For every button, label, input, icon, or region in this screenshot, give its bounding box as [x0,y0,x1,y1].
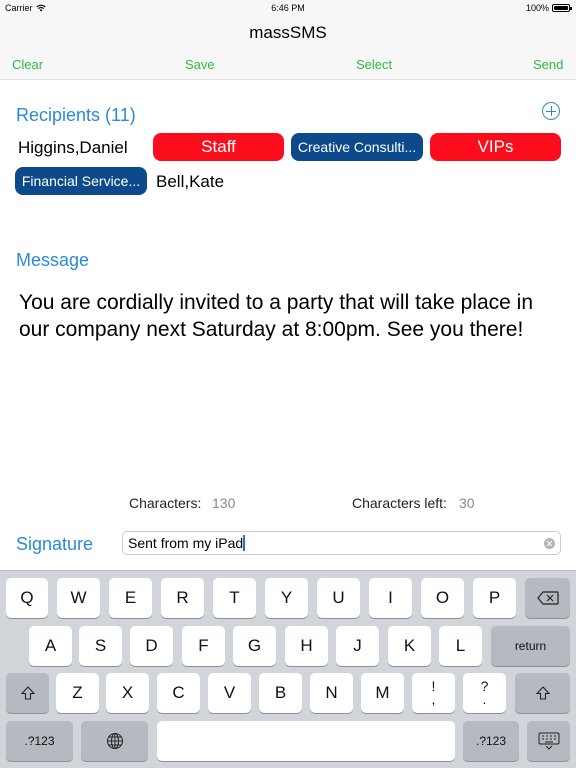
text-caret [243,535,246,551]
key-g[interactable]: G [233,626,276,666]
keyboard: Q W E R T Y U I O P A S D F G H J K L re… [0,570,576,768]
chip-label: Creative Consulti... [297,139,417,155]
recipient-name[interactable]: Higgins,Daniel [18,138,128,158]
recipients-label: Recipients (11) [16,105,136,125]
characters-left-value: 30 [459,495,475,511]
key-i[interactable]: I [369,578,412,618]
battery-icon [552,4,572,12]
app-title: massSMS [249,23,327,42]
signature-label: Signature [16,534,94,554]
hide-keyboard-icon [538,732,559,750]
shift-icon [535,686,550,700]
shift-icon [20,686,35,700]
space-key[interactable] [157,721,455,761]
status-right: 100% [525,3,572,13]
select-button[interactable]: Select [356,57,392,72]
key-z[interactable]: Z [56,673,99,713]
send-button[interactable]: Send [533,57,563,72]
message-label: Message [16,250,90,270]
key-n[interactable]: N [310,673,353,713]
backspace-icon [536,591,559,605]
key-l[interactable]: L [439,626,482,666]
key-exclamation-comma[interactable]: ! , [412,673,455,713]
key-j[interactable]: J [336,626,379,666]
characters-label: Characters: [129,495,202,511]
chip-label: VIPs [477,137,514,156]
battery-percent: 100% [525,3,549,13]
key-b[interactable]: B [259,673,302,713]
chip-label: Financial Service... [21,173,141,189]
key-q[interactable]: Q [6,578,48,618]
key-x[interactable]: X [106,673,149,713]
key-p[interactable]: P [473,578,516,618]
key-h[interactable]: H [285,626,328,666]
globe-key[interactable] [81,721,148,761]
recipient-group-chip[interactable]: VIPs [430,133,561,161]
backspace-key[interactable] [525,578,570,618]
key-t[interactable]: T [213,578,256,618]
key-a[interactable]: A [29,626,72,666]
signature-value-wrapper: Sent from my iPad [128,535,246,551]
key-c[interactable]: C [157,673,200,713]
key-k[interactable]: K [388,626,431,666]
key-u[interactable]: U [317,578,360,618]
key-s[interactable]: S [79,626,122,666]
key-m[interactable]: M [361,673,404,713]
save-button[interactable]: Save [185,57,215,72]
return-key[interactable]: return [491,626,570,666]
navigation-bar: massSMS Clear Save Select Send [0,16,576,80]
numbers-key-right[interactable]: .?123 [463,721,519,761]
status-time: 6:46 PM [271,3,305,13]
key-period: . [482,691,487,707]
message-text-area[interactable]: You are cordially invited to a party tha… [19,289,559,343]
characters-value: 130 [212,495,236,511]
key-y[interactable]: Y [265,578,308,618]
recipient-group-chip[interactable]: Financial Service... [15,167,147,195]
status-bar: Carrier 6:46 PM 100% [0,0,576,16]
characters-left-label: Characters left: [352,495,447,511]
chip-label: Staff [201,137,236,156]
add-recipient-icon[interactable] [542,102,560,120]
globe-icon [106,733,123,749]
clear-button[interactable]: Clear [12,57,43,72]
battery-level [554,6,568,10]
shift-key-right[interactable] [515,673,570,713]
recipient-name[interactable]: Bell,Kate [156,172,224,192]
recipient-group-chip[interactable]: Staff [153,133,284,161]
signature-input[interactable]: Sent from my iPad [122,531,561,555]
key-d[interactable]: D [130,626,173,666]
hide-keyboard-key[interactable] [527,721,570,761]
key-v[interactable]: V [208,673,251,713]
recipient-group-chip[interactable]: Creative Consulti... [291,133,423,161]
key-f[interactable]: F [182,626,225,666]
key-comma: , [431,691,436,707]
key-r[interactable]: R [161,578,204,618]
signature-value: Sent from my iPad [128,535,244,551]
numbers-key-left[interactable]: .?123 [6,721,73,761]
key-o[interactable]: O [421,578,464,618]
key-w[interactable]: W [57,578,100,618]
key-e[interactable]: E [109,578,152,618]
clear-text-icon[interactable] [544,538,555,549]
key-question-period[interactable]: ? . [463,673,506,713]
shift-key-left[interactable] [6,673,49,713]
